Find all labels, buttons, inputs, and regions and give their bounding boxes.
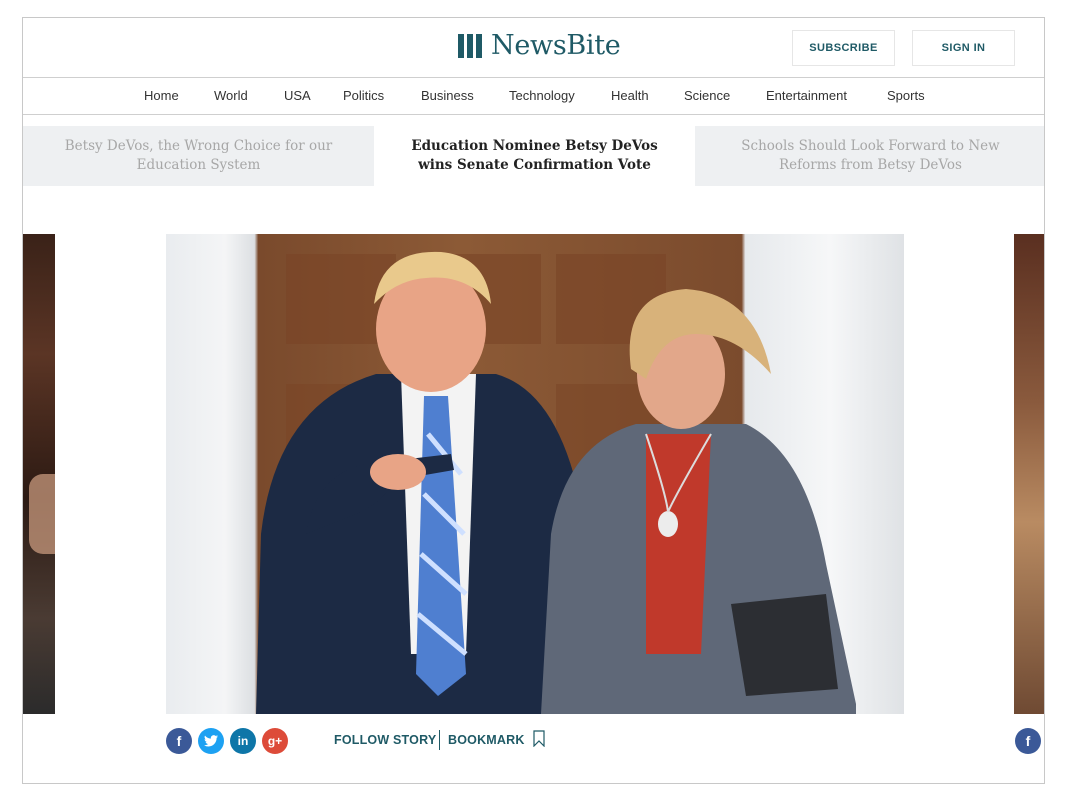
page-frame: NewsBite SUBSCRIBE SIGN IN Home World US… (22, 17, 1045, 784)
nav-item-science[interactable]: Science (684, 88, 730, 103)
twitter-icon[interactable] (198, 728, 224, 754)
story-hero-photo (166, 234, 904, 714)
story-carousel-tabs: Betsy DeVos, the Wrong Choice for our Ed… (23, 126, 1044, 186)
google-plus-icon[interactable]: g+ (262, 728, 288, 754)
logo-text: NewsBite (491, 30, 621, 61)
bookmark-button[interactable]: BOOKMARK (448, 730, 545, 747)
twitter-bird-glyph (204, 735, 218, 747)
facebook-icon[interactable]: f (166, 728, 192, 754)
story-actions-bar: f in g+ FOLLOW STORY BOOKMARK f (23, 728, 1044, 762)
action-divider (439, 730, 440, 750)
nav-item-politics[interactable]: Politics (343, 88, 384, 103)
subscribe-button[interactable]: SUBSCRIBE (792, 30, 895, 66)
main-nav: Home World USA Politics Business Technol… (23, 77, 1044, 115)
nav-item-usa[interactable]: USA (284, 88, 311, 103)
tab-current-story[interactable]: Education Nominee Betsy DeVos wins Senat… (374, 126, 695, 186)
nav-item-health[interactable]: Health (611, 88, 649, 103)
next-story-photo[interactable] (1014, 234, 1044, 714)
nav-item-sports[interactable]: Sports (887, 88, 925, 103)
nav-item-home[interactable]: Home (144, 88, 179, 103)
site-header: NewsBite SUBSCRIBE SIGN IN (23, 18, 1044, 78)
logo-bars-icon (458, 33, 482, 58)
bookmark-label: BOOKMARK (448, 733, 525, 747)
follow-story-button[interactable]: FOLLOW STORY (334, 733, 436, 747)
next-story-facebook-icon[interactable]: f (1015, 728, 1041, 754)
site-logo[interactable]: NewsBite (458, 30, 621, 61)
tab-previous-story[interactable]: Betsy DeVos, the Wrong Choice for our Ed… (23, 126, 374, 186)
nav-item-business[interactable]: Business (421, 88, 474, 103)
previous-story-photo[interactable] (23, 234, 55, 714)
linkedin-icon[interactable]: in (230, 728, 256, 754)
nav-item-world[interactable]: World (214, 88, 248, 103)
bookmark-icon (533, 730, 545, 747)
nav-item-technology[interactable]: Technology (509, 88, 575, 103)
hero-photo-illustration (256, 251, 856, 714)
sign-in-button[interactable]: SIGN IN (912, 30, 1015, 66)
tab-next-story[interactable]: Schools Should Look Forward to New Refor… (695, 126, 1044, 186)
nav-item-entertainment[interactable]: Entertainment (766, 88, 847, 103)
